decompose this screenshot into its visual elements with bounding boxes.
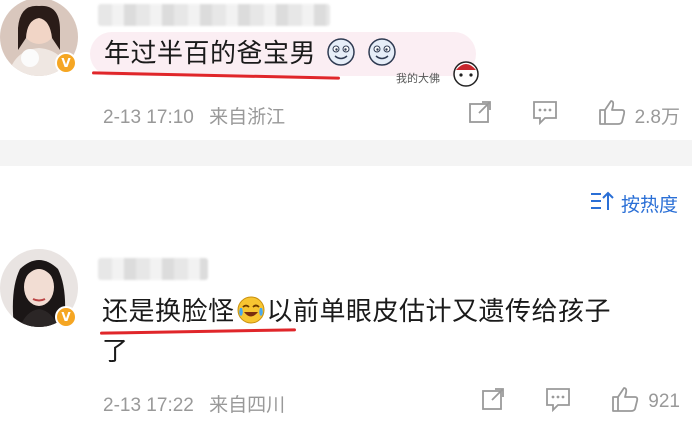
like-icon [597, 98, 627, 132]
face-emoji [367, 38, 396, 66]
sort-button[interactable]: 按热度 [589, 190, 678, 217]
username-blurred[interactable] [98, 4, 330, 26]
sort-label: 按热度 [620, 194, 678, 216]
comment-location: 来自浙江 [209, 107, 286, 128]
like-button[interactable]: 2.8万 [597, 98, 680, 132]
like-button[interactable]: 921 [610, 385, 680, 419]
comment-date: 2-13 17:22 [103, 395, 194, 416]
sticker-caption: 我的大佛 [396, 72, 440, 85]
comment-text-content: 年过半百的爸宝男 [104, 39, 317, 69]
sticker-icon [448, 56, 484, 96]
like-count: 921 [648, 391, 680, 412]
share-icon [480, 386, 506, 418]
comment-icon [531, 99, 559, 131]
comment-actions: 921 [480, 385, 680, 419]
share-button[interactable] [480, 386, 506, 418]
share-icon [467, 99, 493, 131]
comment-meta: 2-13 17:10 来自浙江 [103, 102, 285, 129]
comment-rest-text: 以前单眼皮估计又遗传给孩子 [266, 297, 612, 327]
comment-text: 年过半百的爸宝男 [104, 34, 398, 74]
comment-item: V 还是换脸怪 以前单眼皮估计又遗传给孩子 了 2-13 17:22 来自四川 [0, 224, 692, 429]
comment-icon [544, 386, 572, 418]
comment-wrap-text: 了 [102, 337, 129, 367]
comment-meta: 2-13 17:22 来自四川 [103, 390, 285, 417]
comment-button[interactable] [531, 99, 559, 131]
share-button[interactable] [467, 99, 493, 131]
face-emoji [327, 38, 355, 66]
username-blurred[interactable] [98, 258, 208, 280]
comment-button[interactable] [544, 386, 572, 418]
comment-date: 2-13 17:10 [103, 107, 194, 128]
sort-icon [589, 190, 615, 217]
like-icon [610, 385, 640, 419]
comment-location: 来自四川 [209, 395, 286, 416]
verified-badge: V [55, 306, 77, 328]
comment-highlight-text: 还是换脸怪 [102, 297, 235, 327]
comment-item: V 年过半百的爸宝男 我的大佛 2-13 17:10 来自浙江 2.8万 [0, 0, 692, 140]
section-divider [0, 140, 692, 166]
laugh-cry-emoji [237, 296, 265, 324]
comment-actions: 2.8万 [467, 98, 680, 132]
verified-badge: V [55, 52, 77, 74]
like-count: 2.8万 [634, 106, 680, 128]
